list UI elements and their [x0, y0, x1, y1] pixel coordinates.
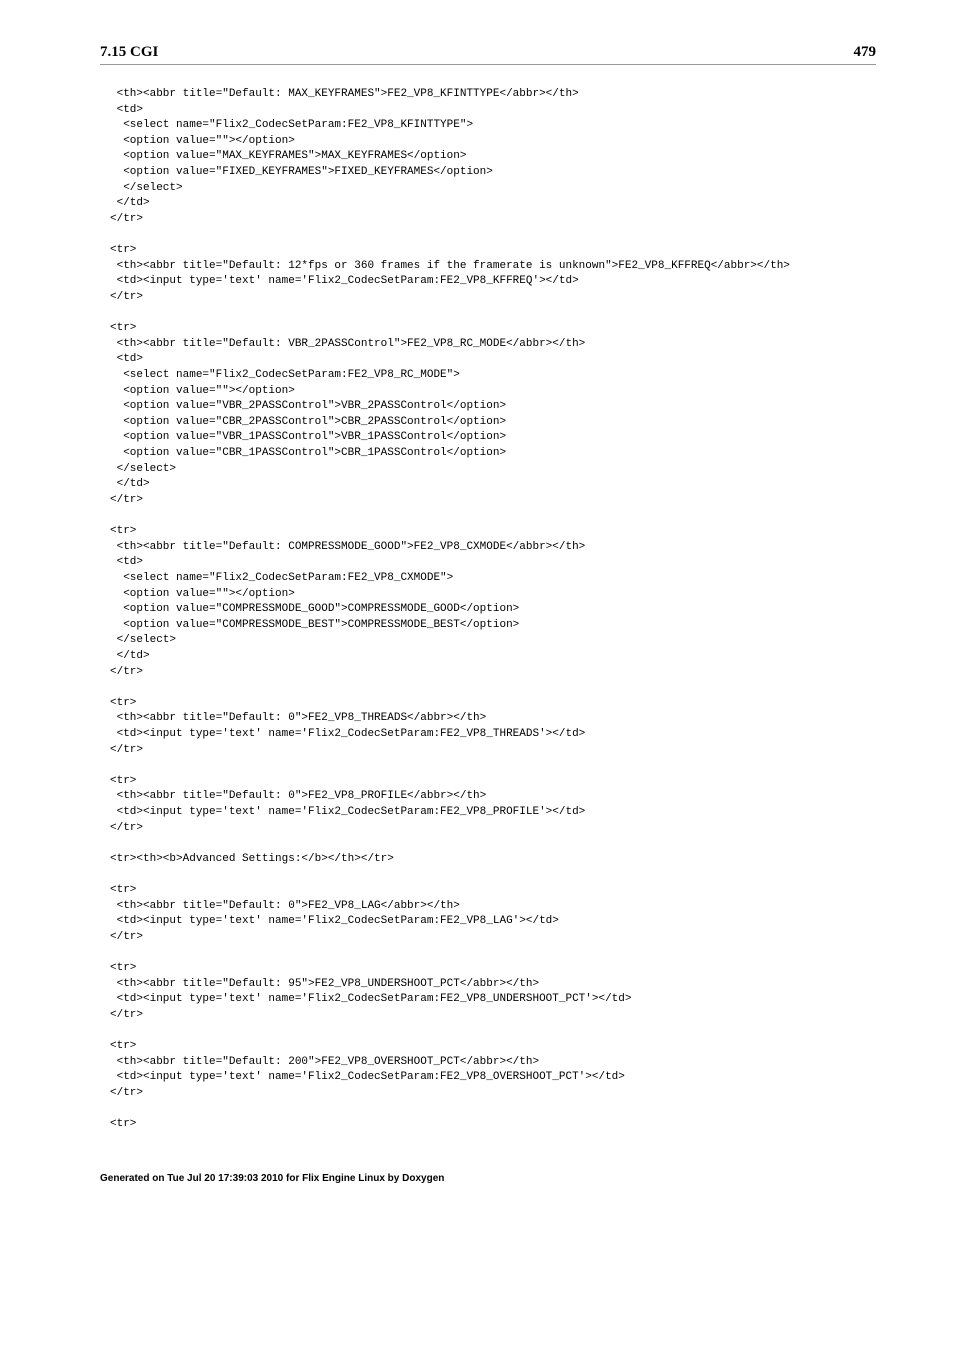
header-page-number: 479: [854, 44, 877, 61]
page-header: 7.15 CGI 479: [100, 44, 876, 65]
header-section: 7.15 CGI: [100, 44, 158, 61]
page: 7.15 CGI 479 <th><abbr title="Default: M…: [0, 0, 954, 1228]
code-listing: <th><abbr title="Default: MAX_KEYFRAMES"…: [100, 87, 876, 1133]
page-footer: Generated on Tue Jul 20 17:39:03 2010 fo…: [100, 1173, 876, 1184]
